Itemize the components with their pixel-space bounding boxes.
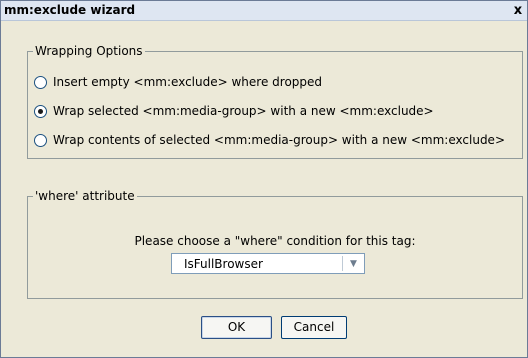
radio-button-icon[interactable] [34, 75, 47, 89]
ok-button[interactable]: OK [201, 316, 272, 339]
radio-label: Wrap contents of selected <mm:media-grou… [53, 133, 505, 147]
radio-button-icon[interactable] [34, 133, 47, 147]
select-value: IsFullBrowser [184, 256, 263, 271]
close-icon[interactable]: x [511, 4, 525, 18]
title-bar: mm:exclude wizard x [1, 1, 527, 21]
wizard-dialog: mm:exclude wizard x Wrapping Options Ins… [0, 0, 528, 358]
radio-button-icon[interactable] [34, 104, 47, 118]
chevron-down-icon[interactable]: ▼ [343, 254, 364, 273]
where-attribute-group: 'where' attribute Please choose a "where… [27, 189, 523, 299]
radio-insert-empty[interactable]: Insert empty <mm:exclude> where dropped [34, 73, 322, 91]
where-attribute-legend: 'where' attribute [33, 189, 137, 203]
where-condition-select[interactable]: IsFullBrowser ▼ [171, 253, 365, 274]
radio-wrap-contents[interactable]: Wrap contents of selected <mm:media-grou… [34, 131, 505, 149]
radio-label: Insert empty <mm:exclude> where dropped [53, 75, 323, 89]
cancel-button[interactable]: Cancel [281, 316, 347, 339]
where-prompt: Please choose a "where" condition for th… [134, 234, 416, 248]
wrapping-options-group: Wrapping Options Insert empty <mm:exclud… [27, 44, 523, 159]
radio-label: Wrap selected <mm:media-group> with a ne… [53, 104, 434, 118]
window-title: mm:exclude wizard [4, 3, 136, 17]
wrapping-options-legend: Wrapping Options [33, 44, 145, 58]
radio-wrap-selected[interactable]: Wrap selected <mm:media-group> with a ne… [34, 102, 434, 120]
